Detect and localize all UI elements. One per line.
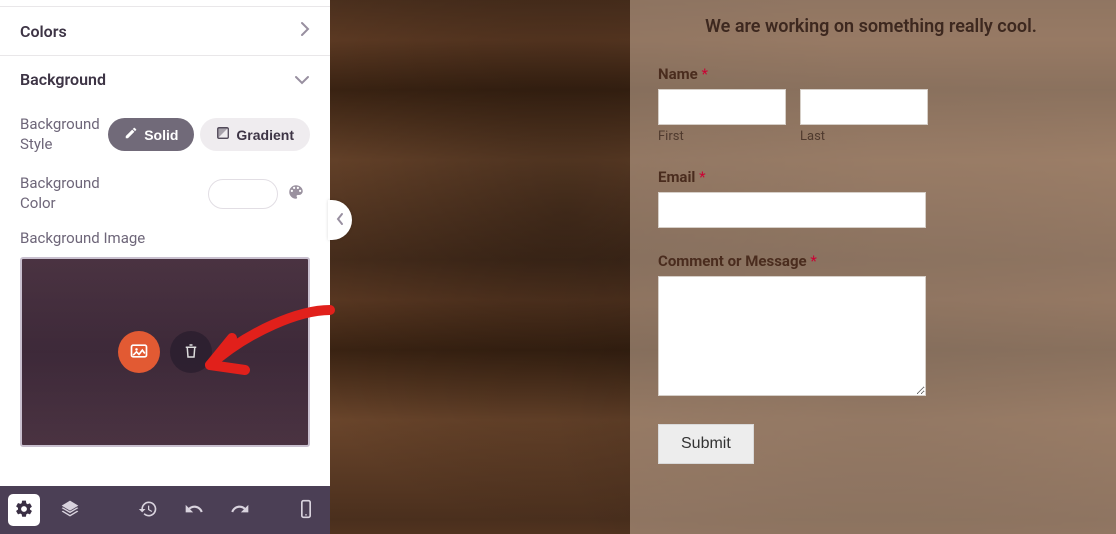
section-colors[interactable]: Colors — [0, 6, 330, 55]
canvas-background — [330, 0, 630, 534]
background-style-label: Background Style — [20, 115, 108, 154]
name-label-text: Name — [658, 65, 698, 83]
replace-image-button[interactable] — [118, 331, 160, 373]
email-input[interactable] — [658, 192, 926, 228]
comment-label-text: Comment or Message — [658, 252, 807, 270]
canvas-preview: We are working on something really cool.… — [330, 0, 1116, 534]
redo-button[interactable] — [224, 494, 256, 526]
first-sublabel: First — [658, 129, 786, 144]
gradient-label: Gradient — [236, 127, 294, 143]
color-palette-button[interactable] — [282, 180, 310, 208]
background-controls: Background Style Solid Gradient — [0, 103, 330, 459]
required-marker: * — [699, 168, 705, 186]
email-label: Email * — [658, 168, 1084, 186]
email-label-text: Email — [658, 168, 695, 186]
name-field: Name * First Last — [658, 65, 1084, 144]
chevron-down-icon — [294, 70, 310, 89]
sidebar: Colors Background Background Style So — [0, 0, 330, 534]
device-preview-button[interactable] — [290, 494, 322, 526]
background-style-row: Background Style Solid Gradient — [20, 107, 310, 166]
first-name-input[interactable] — [658, 89, 786, 125]
submit-button[interactable]: Submit — [658, 424, 754, 464]
image-icon — [129, 341, 149, 364]
background-image-label: Background Image — [20, 225, 310, 257]
section-colors-title: Colors — [20, 22, 67, 41]
solid-button[interactable]: Solid — [108, 118, 194, 151]
undo-icon — [184, 499, 204, 522]
chevron-right-icon — [300, 21, 310, 41]
delete-image-button[interactable] — [170, 331, 212, 373]
background-style-segmented: Solid Gradient — [108, 118, 310, 151]
form-container: We are working on something really cool.… — [630, 0, 1116, 534]
background-image-preview[interactable] — [20, 257, 310, 447]
name-label: Name * — [658, 65, 1084, 83]
submit-label: Submit — [681, 435, 731, 452]
gradient-icon — [216, 126, 230, 143]
gradient-button[interactable]: Gradient — [200, 118, 310, 151]
mobile-icon — [296, 499, 316, 522]
background-color-label: Background Color — [20, 174, 120, 213]
gear-icon — [14, 499, 34, 522]
sidebar-content: Colors Background Background Style So — [0, 0, 330, 486]
background-color-row: Background Color — [20, 166, 310, 225]
section-background-title: Background — [20, 70, 106, 89]
page-tagline: We are working on something really cool. — [658, 0, 1084, 65]
required-marker: * — [701, 65, 707, 83]
required-marker: * — [810, 252, 816, 270]
history-icon — [138, 499, 158, 522]
redo-icon — [230, 499, 250, 522]
comment-field: Comment or Message * — [658, 252, 1084, 400]
color-swatch[interactable] — [208, 179, 278, 209]
pencil-icon — [124, 126, 138, 143]
color-swatch-wrap — [208, 179, 310, 209]
trash-icon — [182, 342, 200, 363]
chevron-left-icon — [336, 211, 344, 230]
bottom-toolbar — [0, 486, 330, 534]
solid-label: Solid — [144, 127, 178, 143]
layers-icon — [60, 499, 80, 522]
layers-button[interactable] — [54, 494, 86, 526]
comment-label: Comment or Message * — [658, 252, 1084, 270]
last-name-input[interactable] — [800, 89, 928, 125]
email-field: Email * — [658, 168, 1084, 228]
history-button[interactable] — [132, 494, 164, 526]
comment-textarea[interactable] — [658, 276, 926, 396]
settings-button[interactable] — [8, 494, 40, 526]
last-sublabel: Last — [800, 129, 928, 144]
undo-button[interactable] — [178, 494, 210, 526]
palette-icon — [287, 183, 305, 204]
section-background[interactable]: Background — [0, 55, 330, 103]
